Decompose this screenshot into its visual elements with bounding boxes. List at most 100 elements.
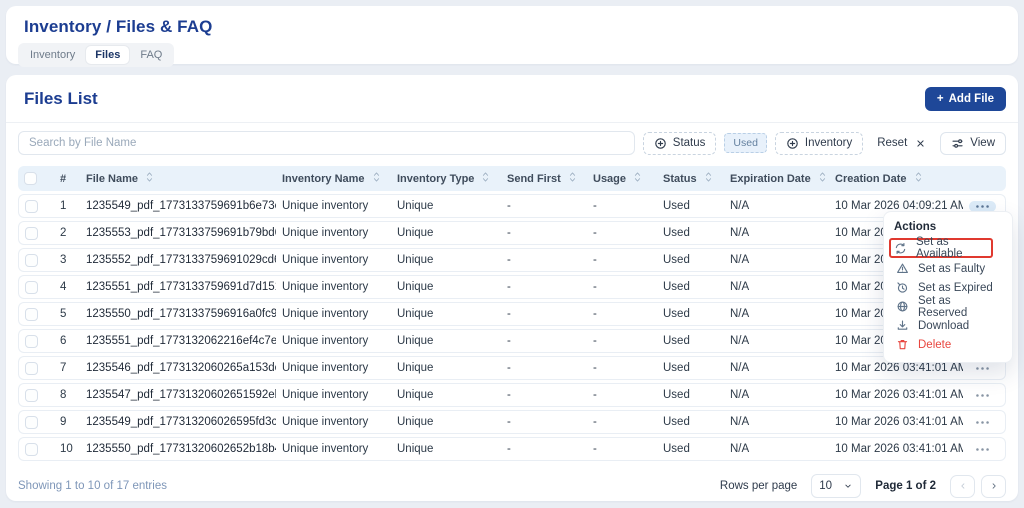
table-row: 91235549_pdf_177313206026595fd3c40.pdfUn… bbox=[18, 410, 1006, 434]
usage-cell: - bbox=[587, 329, 657, 353]
select-all-checkbox[interactable] bbox=[24, 172, 37, 185]
file-name-cell: 1235551_pdf_1773132062216ef4c7eca.pdf bbox=[80, 329, 276, 353]
tab-bar: Inventory Files FAQ bbox=[18, 43, 174, 67]
ellipsis-icon[interactable] bbox=[969, 444, 996, 455]
ellipsis-icon[interactable] bbox=[969, 390, 996, 401]
add-file-button[interactable]: +Add File bbox=[925, 87, 1006, 111]
previous-page-button[interactable] bbox=[950, 475, 975, 498]
row-select-cell bbox=[18, 194, 54, 218]
menu-item-set-as-reserved[interactable]: Set as Reserved bbox=[894, 297, 1002, 316]
row-checkbox[interactable] bbox=[25, 227, 38, 240]
file-name-cell: 1235546_pdf_1773132060265a153dc31.pdf bbox=[80, 356, 276, 380]
inventory-filter-button[interactable]: Inventory bbox=[775, 132, 863, 155]
row-select-cell bbox=[18, 275, 54, 299]
row-checkbox[interactable] bbox=[25, 254, 38, 267]
rows-per-page-select[interactable]: 10 bbox=[811, 474, 861, 498]
row-checkbox[interactable] bbox=[25, 389, 38, 402]
send-first-cell: - bbox=[501, 302, 587, 326]
tab-inventory[interactable]: Inventory bbox=[21, 46, 84, 64]
inventory-type-cell: Unique bbox=[391, 329, 501, 353]
pagination-controls: Rows per page 10 Page 1 of 2 bbox=[720, 474, 1006, 498]
column-header-send-first[interactable]: Send First bbox=[501, 166, 587, 191]
view-options-button[interactable]: View bbox=[940, 132, 1006, 155]
ellipsis-icon[interactable] bbox=[969, 417, 996, 428]
tab-files[interactable]: Files bbox=[86, 46, 129, 64]
column-header-actions bbox=[963, 166, 1006, 191]
column-header-status[interactable]: Status bbox=[657, 166, 724, 191]
actions-menu-items: Set as AvailableSet as FaultySet as Expi… bbox=[894, 238, 1002, 354]
usage-cell: - bbox=[587, 221, 657, 245]
expiration-date-cell: N/A bbox=[724, 410, 829, 434]
row-checkbox[interactable] bbox=[25, 335, 38, 348]
row-checkbox[interactable] bbox=[25, 200, 38, 213]
row-select-cell bbox=[18, 437, 54, 461]
showing-entries-text: Showing 1 to 10 of 17 entries bbox=[18, 480, 167, 492]
files-list-title: Files List bbox=[24, 89, 98, 109]
row-checkbox[interactable] bbox=[25, 281, 38, 294]
expiration-date-cell: N/A bbox=[724, 437, 829, 461]
column-header-usage[interactable]: Usage bbox=[587, 166, 657, 191]
pager bbox=[950, 475, 1006, 498]
row-select-cell bbox=[18, 356, 54, 380]
usage-cell: - bbox=[587, 275, 657, 299]
reset-filters-button[interactable]: Reset bbox=[871, 133, 932, 153]
sort-icon bbox=[145, 171, 154, 186]
menu-item-set-as-available[interactable]: Set as Available bbox=[889, 238, 993, 258]
sort-icon bbox=[818, 171, 827, 186]
row-checkbox[interactable] bbox=[25, 308, 38, 321]
row-number: 4 bbox=[54, 275, 80, 299]
status-filter-button[interactable]: Status bbox=[643, 132, 717, 155]
table-row: 81235547_pdf_17731320602651592ebdd.pdfUn… bbox=[18, 383, 1006, 407]
sort-icon bbox=[704, 171, 713, 186]
warning-icon bbox=[896, 262, 909, 275]
status-cell: Used bbox=[657, 410, 724, 434]
row-actions-cell bbox=[963, 383, 1006, 407]
column-header-file-name[interactable]: File Name bbox=[80, 166, 276, 191]
creation-date-cell: 10 Mar 2026 03:41:01 AM bbox=[829, 383, 963, 407]
actions-menu: Actions Set as AvailableSet as FaultySet… bbox=[883, 211, 1013, 363]
inventory-type-cell: Unique bbox=[391, 437, 501, 461]
status-cell: Used bbox=[657, 248, 724, 272]
menu-item-delete[interactable]: Delete bbox=[894, 335, 1002, 354]
usage-cell: - bbox=[587, 248, 657, 272]
row-checkbox[interactable] bbox=[25, 362, 38, 375]
usage-cell: - bbox=[587, 194, 657, 218]
page-info: Page 1 of 2 bbox=[875, 480, 936, 492]
send-first-cell: - bbox=[501, 221, 587, 245]
row-number: 2 bbox=[54, 221, 80, 245]
status-cell: Used bbox=[657, 383, 724, 407]
inventory-name-cell: Unique inventory bbox=[276, 194, 391, 218]
ellipsis-icon[interactable] bbox=[969, 363, 996, 374]
row-number: 3 bbox=[54, 248, 80, 272]
next-page-button[interactable] bbox=[981, 475, 1006, 498]
plus-icon: + bbox=[937, 93, 944, 105]
row-number: 1 bbox=[54, 194, 80, 218]
usage-cell: - bbox=[587, 383, 657, 407]
row-select-cell bbox=[18, 248, 54, 272]
menu-item-download[interactable]: Download bbox=[894, 316, 1002, 335]
status-used-badge[interactable]: Used bbox=[724, 133, 767, 153]
inventory-name-cell: Unique inventory bbox=[276, 221, 391, 245]
column-header-inventory-type[interactable]: Inventory Type bbox=[391, 166, 501, 191]
row-number: 6 bbox=[54, 329, 80, 353]
search-input[interactable] bbox=[18, 131, 635, 155]
row-checkbox[interactable] bbox=[25, 416, 38, 429]
tab-faq[interactable]: FAQ bbox=[131, 46, 171, 64]
column-header-expiration-date[interactable]: Expiration Date bbox=[724, 166, 829, 191]
inventory-name-cell: Unique inventory bbox=[276, 302, 391, 326]
menu-item-set-as-faulty[interactable]: Set as Faulty bbox=[894, 259, 1002, 278]
column-header-creation-date[interactable]: Creation Date bbox=[829, 166, 963, 191]
table-row: 21235553_pdf_1773133759691b79bd68d.pdfUn… bbox=[18, 221, 1006, 245]
inventory-name-cell: Unique inventory bbox=[276, 329, 391, 353]
send-first-cell: - bbox=[501, 383, 587, 407]
row-number: 8 bbox=[54, 383, 80, 407]
row-checkbox[interactable] bbox=[25, 443, 38, 456]
row-select-cell bbox=[18, 383, 54, 407]
table-body: 11235549_pdf_1773133759691b6e73e53.pdfUn… bbox=[18, 194, 1006, 461]
files-list-card: Files List +Add File Status Used Invento… bbox=[6, 75, 1018, 501]
inventory-type-cell: Unique bbox=[391, 356, 501, 380]
inventory-type-cell: Unique bbox=[391, 221, 501, 245]
column-header-inventory-name[interactable]: Inventory Name bbox=[276, 166, 391, 191]
file-name-cell: 1235547_pdf_17731320602651592ebdd.pdf bbox=[80, 383, 276, 407]
inventory-type-cell: Unique bbox=[391, 275, 501, 299]
